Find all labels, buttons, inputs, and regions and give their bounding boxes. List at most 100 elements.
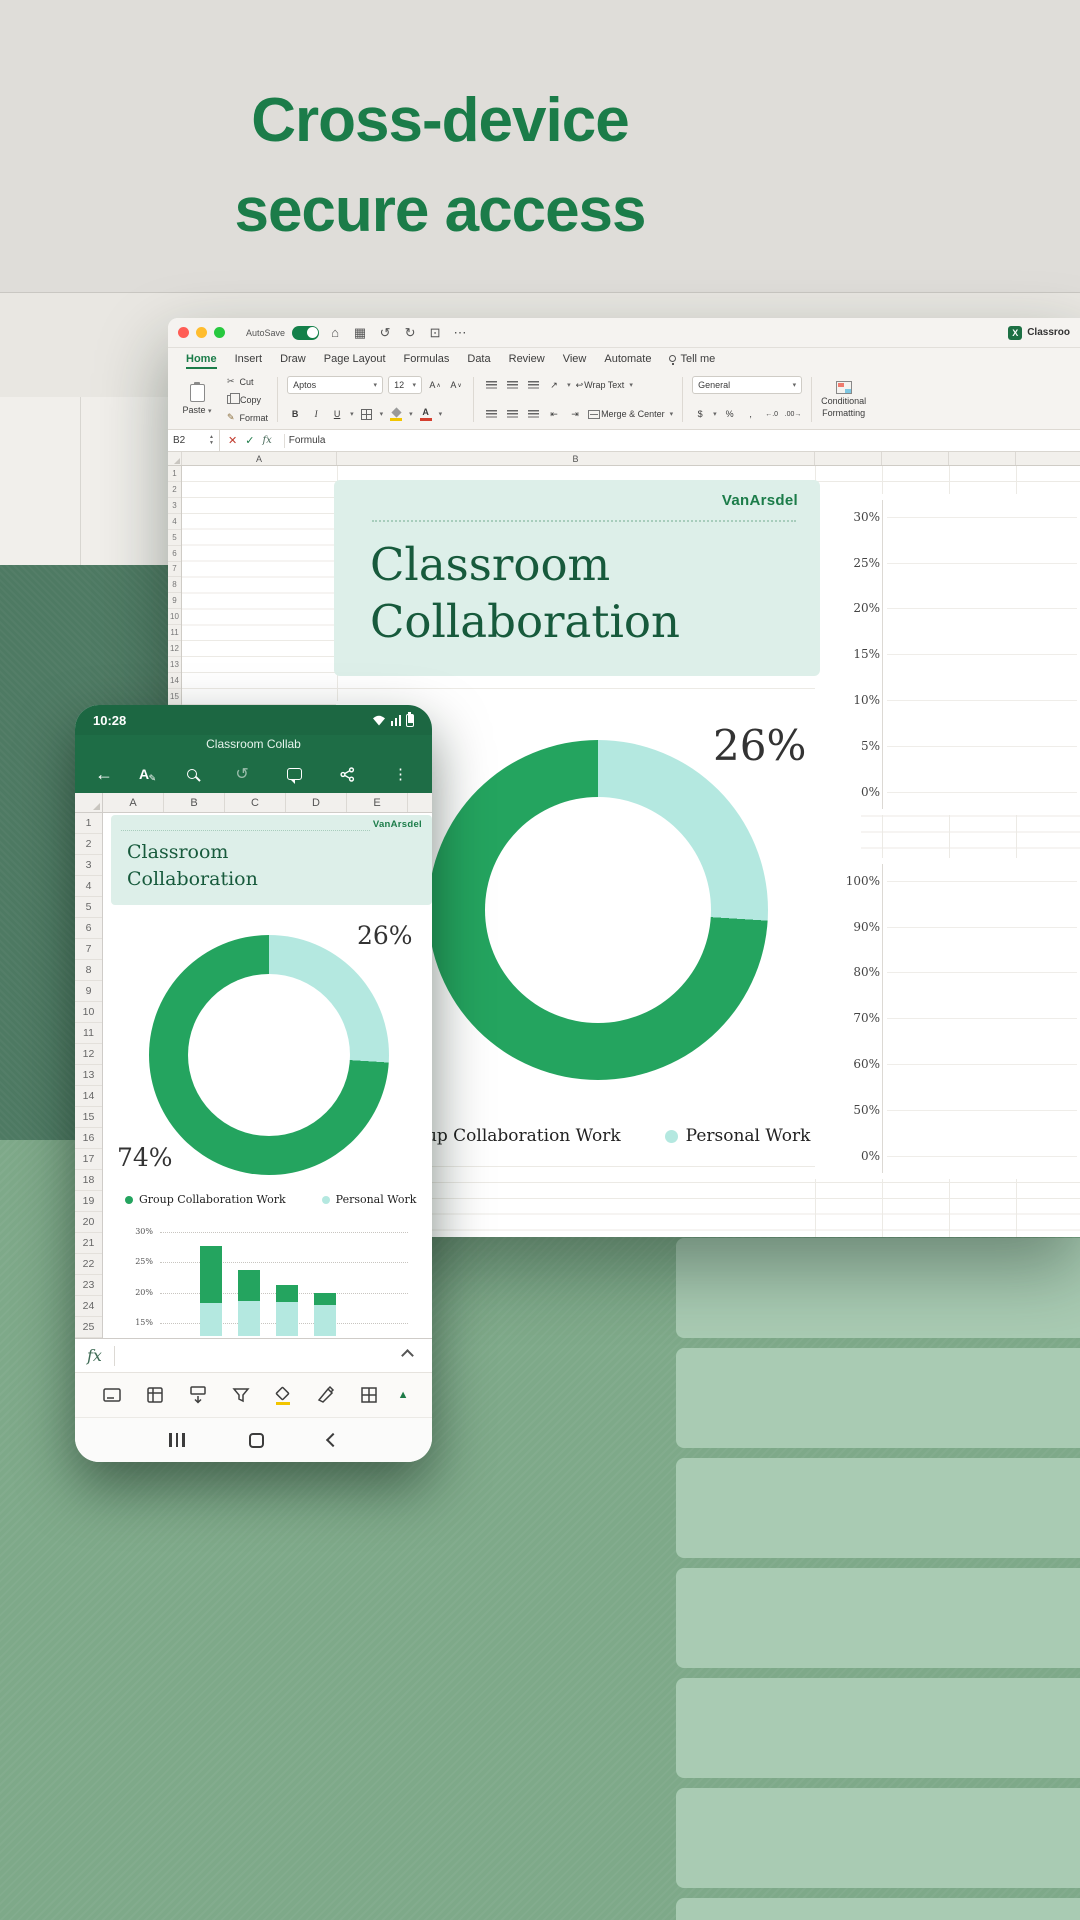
- align-center-button[interactable]: [504, 405, 520, 423]
- formula-enter-button[interactable]: ✓: [245, 434, 254, 447]
- desktop-row-header[interactable]: 8: [168, 577, 181, 593]
- column-header-b[interactable]: B: [337, 452, 815, 465]
- redo-icon[interactable]: ↻: [401, 325, 419, 341]
- column-header[interactable]: [882, 452, 949, 465]
- desktop-row-header[interactable]: 9: [168, 593, 181, 609]
- desktop-row-header[interactable]: 5: [168, 530, 181, 546]
- paste-button[interactable]: Paste ▾: [176, 374, 218, 425]
- fill-color-button[interactable]: [262, 1384, 305, 1406]
- home-icon[interactable]: ⌂: [326, 325, 344, 340]
- close-button[interactable]: [178, 327, 189, 338]
- format-painter-button[interactable]: [305, 1384, 348, 1406]
- phone-row-header[interactable]: 1: [75, 813, 102, 834]
- phone-row-header[interactable]: 6: [75, 918, 102, 939]
- tab-data[interactable]: Data: [467, 350, 490, 369]
- insert-function-button[interactable]: fx: [262, 435, 271, 446]
- phone-column-header[interactable]: A: [103, 793, 164, 812]
- phone-row-header[interactable]: 8: [75, 960, 102, 981]
- phone-row-header[interactable]: 17: [75, 1149, 102, 1170]
- bold-button[interactable]: B: [287, 405, 303, 423]
- expand-ribbon-button[interactable]: ▲: [390, 1389, 416, 1401]
- tab-insert[interactable]: Insert: [235, 350, 263, 369]
- phone-select-all-corner[interactable]: [75, 793, 103, 812]
- column-header[interactable]: [949, 452, 1016, 465]
- tab-view[interactable]: View: [563, 350, 587, 369]
- percent-button[interactable]: %: [722, 405, 738, 423]
- donut-chart[interactable]: [428, 740, 768, 1080]
- decrease-font-button[interactable]: A∨: [448, 376, 464, 394]
- column-header[interactable]: [1016, 452, 1080, 465]
- phone-row-header[interactable]: 18: [75, 1170, 102, 1191]
- copy-button[interactable]: Copy: [227, 393, 268, 406]
- font-color-button[interactable]: A: [418, 405, 434, 423]
- desktop-row-header[interactable]: 2: [168, 482, 181, 498]
- partial-chart-top[interactable]: 30%25%20%15%10%5%0%: [815, 494, 1080, 815]
- name-box-stepper[interactable]: ▲▼: [209, 435, 214, 446]
- increase-indent-button[interactable]: ⇥: [567, 405, 583, 423]
- fill-color-button[interactable]: [388, 405, 404, 423]
- minimize-button[interactable]: [196, 327, 207, 338]
- merge-center-button[interactable]: Merge & Center: [588, 405, 665, 423]
- filter-button[interactable]: [219, 1384, 262, 1406]
- wrap-text-button[interactable]: ↩ Wrap Text: [576, 376, 625, 394]
- align-middle-button[interactable]: [504, 376, 520, 394]
- phone-row-header[interactable]: 4: [75, 876, 102, 897]
- phone-row-header[interactable]: 9: [75, 981, 102, 1002]
- undo-icon[interactable]: ↺: [376, 325, 394, 341]
- tab-home[interactable]: Home: [186, 350, 217, 369]
- column-header[interactable]: [815, 452, 882, 465]
- desktop-row-header[interactable]: 7: [168, 562, 181, 578]
- card-view-button[interactable]: [91, 1384, 134, 1406]
- phone-column-header[interactable]: E: [347, 793, 408, 812]
- phone-row-header[interactable]: 12: [75, 1044, 102, 1065]
- align-bottom-button[interactable]: [525, 376, 541, 394]
- share-icon[interactable]: [340, 767, 355, 782]
- phone-row-header[interactable]: 15: [75, 1107, 102, 1128]
- decrease-decimal-button[interactable]: .00→: [785, 405, 802, 423]
- comma-button[interactable]: ,: [743, 405, 759, 423]
- comment-icon[interactable]: [287, 768, 302, 780]
- tab-page-layout[interactable]: Page Layout: [324, 350, 386, 369]
- desktop-row-header[interactable]: 3: [168, 498, 181, 514]
- formula-input[interactable]: Formula: [289, 435, 326, 446]
- format-text-icon[interactable]: [139, 766, 149, 782]
- increase-decimal-button[interactable]: ←.0: [764, 405, 780, 423]
- phone-row-header[interactable]: 2: [75, 834, 102, 855]
- tab-formulas[interactable]: Formulas: [404, 350, 450, 369]
- font-size-select[interactable]: 12▾: [388, 376, 422, 394]
- phone-column-header[interactable]: B: [164, 793, 225, 812]
- tab-draw[interactable]: Draw: [280, 350, 306, 369]
- phone-row-header[interactable]: 5: [75, 897, 102, 918]
- name-box[interactable]: B2 ▲▼: [168, 430, 220, 451]
- tab-automate[interactable]: Automate: [604, 350, 651, 369]
- phone-row-header[interactable]: 16: [75, 1128, 102, 1149]
- desktop-row-header[interactable]: 14: [168, 673, 181, 689]
- phone-worksheet[interactable]: 1234567891011121314151617181920212223242…: [75, 813, 432, 1338]
- currency-button[interactable]: $: [692, 405, 708, 423]
- desktop-row-header[interactable]: 12: [168, 641, 181, 657]
- nav-back-button[interactable]: [326, 1433, 340, 1447]
- decrease-indent-button[interactable]: ⇤: [546, 405, 562, 423]
- partial-chart-bottom[interactable]: 100%90%80%70%60%50%0%: [815, 858, 1080, 1179]
- tab-review[interactable]: Review: [509, 350, 545, 369]
- phone-row-header[interactable]: 10: [75, 1002, 102, 1023]
- autosave-toggle[interactable]: [292, 326, 319, 340]
- select-all-corner[interactable]: [168, 452, 182, 465]
- phone-column-header[interactable]: D: [286, 793, 347, 812]
- zoom-button[interactable]: [214, 327, 225, 338]
- recents-button[interactable]: [169, 1433, 185, 1447]
- phone-row-header[interactable]: 11: [75, 1023, 102, 1044]
- column-header-a[interactable]: A: [182, 452, 337, 465]
- phone-row-header[interactable]: 3: [75, 855, 102, 876]
- phone-formula-bar[interactable]: fx: [75, 1338, 432, 1372]
- print-icon[interactable]: ⊡: [426, 325, 444, 341]
- desktop-row-header[interactable]: 13: [168, 657, 181, 673]
- conditional-formatting-button[interactable]: Conditional Formatting: [821, 374, 866, 425]
- phone-row-header[interactable]: 7: [75, 939, 102, 960]
- tab-tell-me[interactable]: Tell me: [669, 350, 715, 369]
- number-format-select[interactable]: General▾: [692, 376, 802, 394]
- align-top-button[interactable]: [483, 376, 499, 394]
- phone-row-header[interactable]: 13: [75, 1065, 102, 1086]
- fill-down-button[interactable]: [176, 1384, 219, 1406]
- back-button[interactable]: ←: [95, 764, 113, 785]
